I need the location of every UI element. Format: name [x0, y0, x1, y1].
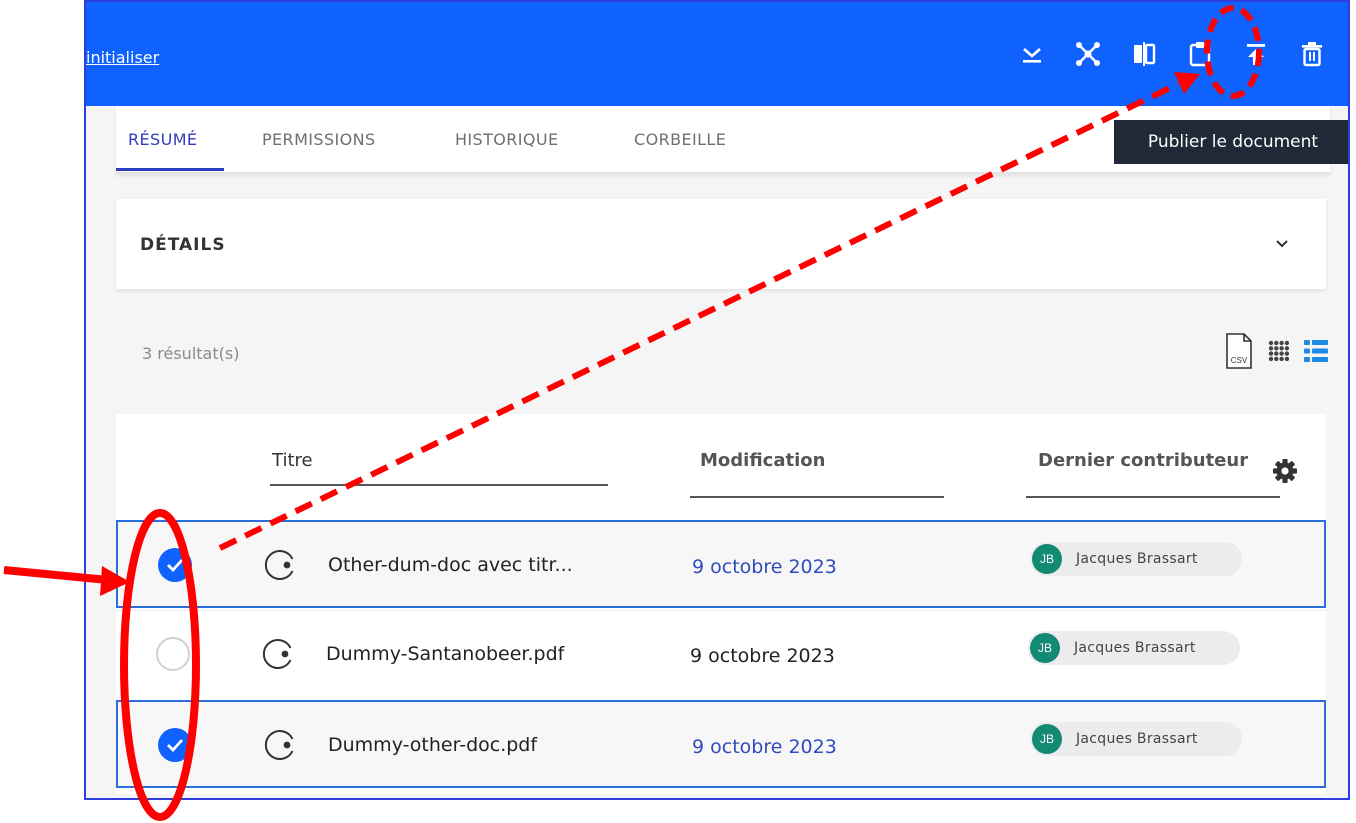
- network-button[interactable]: [1060, 30, 1116, 78]
- row-checkbox[interactable]: [158, 728, 192, 762]
- modified-date: 9 octobre 2023: [692, 736, 837, 758]
- column-header-title[interactable]: Titre: [272, 450, 313, 471]
- chevron-down-icon[interactable]: [1272, 233, 1292, 253]
- publish-tooltip: Publier le document: [1114, 120, 1348, 164]
- download-icon: [1023, 48, 1041, 63]
- tab-permissions[interactable]: PERMISSIONS: [262, 130, 376, 149]
- tab-resume[interactable]: RÉSUMÉ: [128, 130, 197, 149]
- view-options: CSV: [1224, 332, 1328, 370]
- document-state-icon: [264, 730, 294, 760]
- tab-historique[interactable]: HISTORIQUE: [455, 130, 559, 149]
- network-icon: [1076, 42, 1100, 66]
- check-icon: [167, 559, 184, 573]
- compare-button[interactable]: [1116, 30, 1172, 78]
- column-divider: [1026, 496, 1280, 498]
- delete-button[interactable]: [1284, 30, 1340, 78]
- row-checkbox[interactable]: [158, 548, 192, 582]
- modified-date: 9 octobre 2023: [690, 645, 835, 667]
- top-toolbar: initialiser: [86, 2, 1348, 106]
- document-title[interactable]: Dummy-other-doc.pdf: [328, 734, 537, 756]
- result-count: 3 résultat(s): [142, 344, 240, 363]
- reset-link[interactable]: initialiser: [86, 48, 159, 67]
- trash-icon: [1302, 42, 1322, 67]
- contributor-chip: JB Jacques Brassart: [1030, 542, 1242, 576]
- table-row[interactable]: Dummy-Santanobeer.pdf 9 octobre 2023 JB …: [116, 610, 1326, 698]
- column-header-modification[interactable]: Modification: [700, 450, 825, 471]
- clipboard-button[interactable]: [1172, 30, 1228, 78]
- results-table: Titre Modification Dernier contributeur: [116, 414, 1326, 794]
- grid-view-icon[interactable]: [1268, 340, 1290, 362]
- check-icon: [167, 739, 184, 753]
- contributor-name: Jacques Brassart: [1076, 551, 1198, 567]
- column-divider: [690, 496, 944, 498]
- details-panel[interactable]: DÉTAILS: [116, 199, 1326, 289]
- avatar: JB: [1032, 724, 1062, 754]
- row-checkbox[interactable]: [156, 637, 190, 671]
- document-title[interactable]: Dummy-Santanobeer.pdf: [326, 643, 564, 665]
- contributor-name: Jacques Brassart: [1076, 731, 1198, 747]
- document-title[interactable]: Other-dum-doc avec titr...: [328, 554, 573, 576]
- gear-icon[interactable]: [1272, 458, 1298, 484]
- document-state-icon: [264, 550, 294, 580]
- download-button[interactable]: [1004, 30, 1060, 78]
- avatar: JB: [1030, 633, 1060, 663]
- column-header-contributor[interactable]: Dernier contributeur: [1038, 450, 1248, 471]
- contributor-name: Jacques Brassart: [1074, 640, 1196, 656]
- contributor-chip: JB Jacques Brassart: [1030, 722, 1242, 756]
- contributor-chip: JB Jacques Brassart: [1028, 631, 1240, 665]
- tab-corbeille[interactable]: CORBEILLE: [634, 130, 726, 149]
- csv-export-icon[interactable]: CSV: [1224, 332, 1254, 370]
- action-toolbar: [1004, 30, 1340, 78]
- table-row[interactable]: Dummy-other-doc.pdf 9 octobre 2023 JB Ja…: [116, 700, 1326, 788]
- document-state-icon: [262, 639, 292, 669]
- svg-text:CSV: CSV: [1231, 356, 1248, 365]
- document-panel: initialiser RÉSUMÉ PERMISSIONS HISTORIQU…: [84, 0, 1350, 800]
- details-title: DÉTAILS: [140, 235, 226, 255]
- column-divider: [270, 484, 608, 486]
- active-tab-indicator: [116, 168, 224, 171]
- compare-icon: [1134, 42, 1156, 66]
- publish-button[interactable]: [1228, 30, 1284, 78]
- list-view-icon[interactable]: [1304, 340, 1328, 362]
- table-row[interactable]: Other-dum-doc avec titr... 9 octobre 202…: [116, 520, 1326, 608]
- avatar: JB: [1032, 544, 1062, 574]
- modified-date: 9 octobre 2023: [692, 556, 837, 578]
- publish-icon: [1247, 44, 1265, 65]
- clipboard-icon: [1189, 42, 1211, 67]
